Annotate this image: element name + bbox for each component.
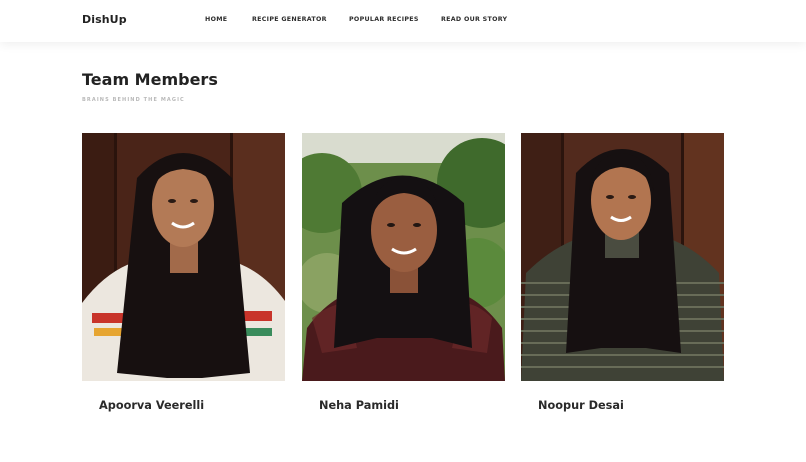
member-photo-illustration: [521, 133, 724, 381]
section-title: Team Members: [82, 70, 218, 89]
nav-popular-recipes[interactable]: POPULAR RECIPES: [349, 16, 419, 23]
navbar: DishUp HOME RECIPE GENERATOR POPULAR REC…: [0, 0, 806, 42]
member-name-2: Neha Pamidi: [319, 399, 399, 412]
member-photo-illustration: [82, 133, 285, 381]
member-name-1: Apoorva Veerelli: [99, 399, 205, 412]
member-photo-3: [521, 133, 724, 381]
section-subtitle: BRAINS BEHIND THE MAGIC: [82, 97, 185, 103]
nav-recipe-generator[interactable]: RECIPE GENERATOR: [252, 16, 327, 23]
member-photo-1: [82, 133, 285, 381]
nav-read-our-story[interactable]: READ OUR STORY: [441, 16, 507, 23]
member-photo-illustration: [302, 133, 505, 381]
brand-logo[interactable]: DishUp: [82, 13, 127, 26]
member-name-3: Noopur Desai: [538, 399, 624, 412]
nav-home[interactable]: HOME: [205, 16, 227, 23]
member-photo-2: [302, 133, 505, 381]
